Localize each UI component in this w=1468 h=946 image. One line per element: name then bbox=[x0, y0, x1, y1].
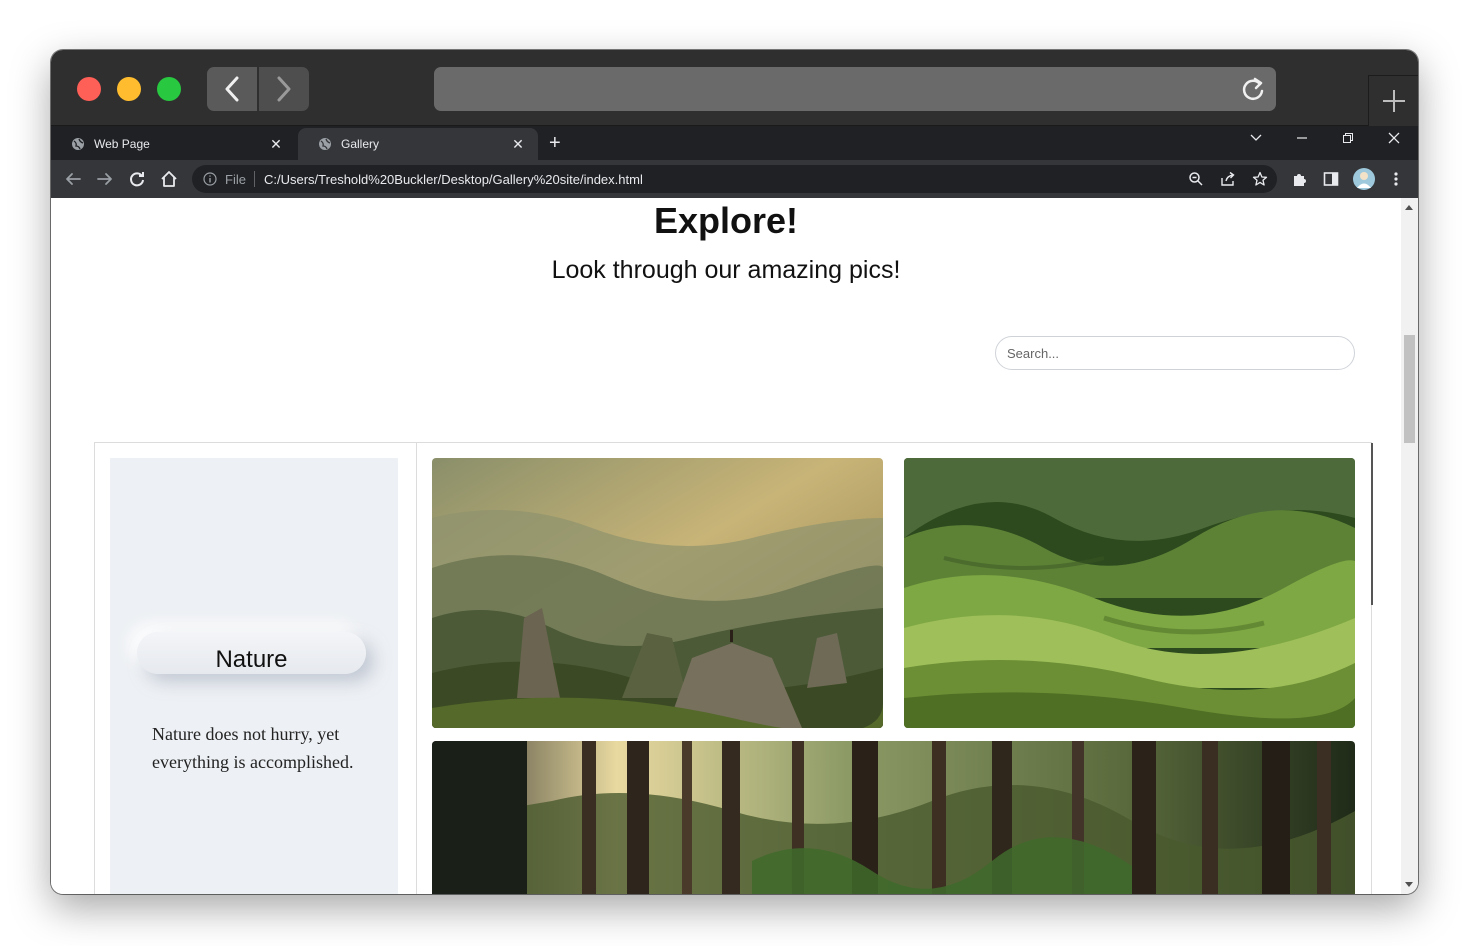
omnibox-divider bbox=[254, 171, 255, 187]
page-viewport: Explore! Look through our amazing pics! … bbox=[51, 198, 1401, 894]
category-label: Nature bbox=[215, 646, 288, 673]
avatar[interactable] bbox=[1352, 167, 1376, 191]
tab-label: Web Page bbox=[94, 137, 150, 151]
tab-strip: Web Page ✕ Gallery ✕ + bbox=[51, 126, 1418, 160]
close-tab-icon[interactable]: ✕ bbox=[268, 136, 284, 153]
page-subtitle: Look through our amazing pics! bbox=[551, 256, 901, 284]
zoom-out-icon[interactable] bbox=[1188, 171, 1204, 187]
home-icon[interactable] bbox=[159, 169, 179, 189]
chevron-right-icon bbox=[277, 76, 291, 102]
omnibox[interactable]: File C:/Users/Treshold%20Buckler/Desktop… bbox=[192, 165, 1277, 193]
green-hills-photo[interactable] bbox=[904, 458, 1355, 728]
close-window-button[interactable] bbox=[77, 77, 101, 101]
chevron-left-icon bbox=[225, 76, 239, 102]
globe-icon bbox=[318, 137, 332, 151]
tab-label: Gallery bbox=[341, 137, 380, 151]
category-nature-button[interactable]: Nature bbox=[137, 632, 366, 674]
close-tab-icon[interactable]: ✕ bbox=[510, 136, 526, 153]
tab-search-icon[interactable] bbox=[1246, 131, 1266, 147]
arrow-back-icon[interactable] bbox=[63, 169, 83, 189]
scroll-down-arrow-icon[interactable] bbox=[1405, 882, 1413, 887]
new-tab-button[interactable]: + bbox=[549, 132, 561, 154]
extensions-icon[interactable] bbox=[1289, 169, 1309, 189]
back-button[interactable] bbox=[207, 67, 257, 111]
minimize-window-button[interactable] bbox=[117, 77, 141, 101]
category-sidebar: Nature Nature does not hurry, yet everyt… bbox=[95, 443, 417, 894]
close-icon[interactable] bbox=[1384, 131, 1404, 147]
star-icon[interactable] bbox=[1252, 171, 1268, 187]
gallery-section: Nature Nature does not hurry, yet everyt… bbox=[94, 442, 1373, 894]
category-card: Nature Nature does not hurry, yet everyt… bbox=[110, 458, 398, 894]
globe-icon bbox=[71, 137, 85, 151]
restore-icon[interactable] bbox=[1338, 131, 1358, 147]
mountain-valley-photo[interactable] bbox=[432, 458, 883, 728]
tab-web-page[interactable]: Web Page ✕ bbox=[51, 128, 296, 160]
refresh-icon[interactable] bbox=[127, 169, 147, 189]
scroll-up-arrow-icon[interactable] bbox=[1405, 205, 1413, 210]
side-panel-icon[interactable] bbox=[1321, 169, 1341, 189]
minimize-icon[interactable] bbox=[1292, 131, 1312, 147]
arrow-forward-icon[interactable] bbox=[95, 169, 115, 189]
scroll-thumb[interactable] bbox=[1404, 335, 1415, 443]
page-title: Explore! bbox=[653, 200, 799, 241]
scheme-label: File bbox=[225, 172, 246, 187]
search-input[interactable] bbox=[995, 336, 1355, 370]
category-quote: Nature does not hurry, yet everything is… bbox=[152, 724, 354, 772]
forest-trees-photo[interactable] bbox=[432, 741, 1355, 894]
gallery-scroll-edge bbox=[1371, 443, 1373, 605]
plus-icon bbox=[1382, 90, 1405, 112]
address-pill[interactable] bbox=[434, 67, 1276, 111]
page-scrollbar[interactable] bbox=[1401, 198, 1418, 894]
reload-icon[interactable] bbox=[1240, 75, 1266, 103]
new-window-button[interactable] bbox=[1368, 75, 1418, 126]
browser-window: Web Page ✕ Gallery ✕ + File C:/Users/Tre… bbox=[51, 50, 1418, 894]
window-titlebar bbox=[51, 50, 1418, 126]
tab-gallery[interactable]: Gallery ✕ bbox=[298, 128, 538, 160]
browser-toolbar: File C:/Users/Treshold%20Buckler/Desktop… bbox=[51, 160, 1418, 198]
forward-button[interactable] bbox=[259, 67, 309, 111]
share-icon[interactable] bbox=[1220, 171, 1236, 187]
info-icon[interactable] bbox=[203, 172, 217, 186]
zoom-window-button[interactable] bbox=[157, 77, 181, 101]
more-menu-icon[interactable] bbox=[1386, 169, 1406, 189]
url-text[interactable]: C:/Users/Treshold%20Buckler/Desktop/Gall… bbox=[264, 172, 643, 187]
